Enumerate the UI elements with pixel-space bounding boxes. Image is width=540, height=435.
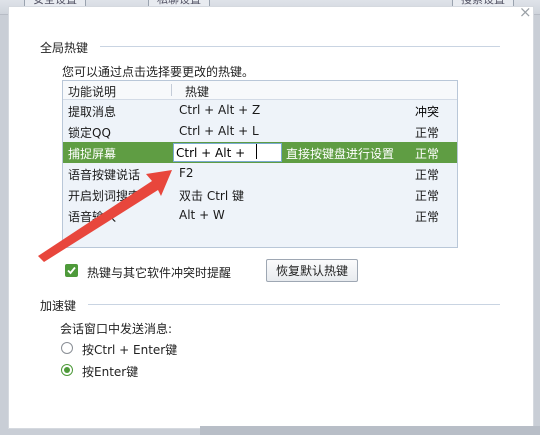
background-window-edge [200, 426, 540, 435]
annotation-arrow-icon [38, 170, 172, 262]
